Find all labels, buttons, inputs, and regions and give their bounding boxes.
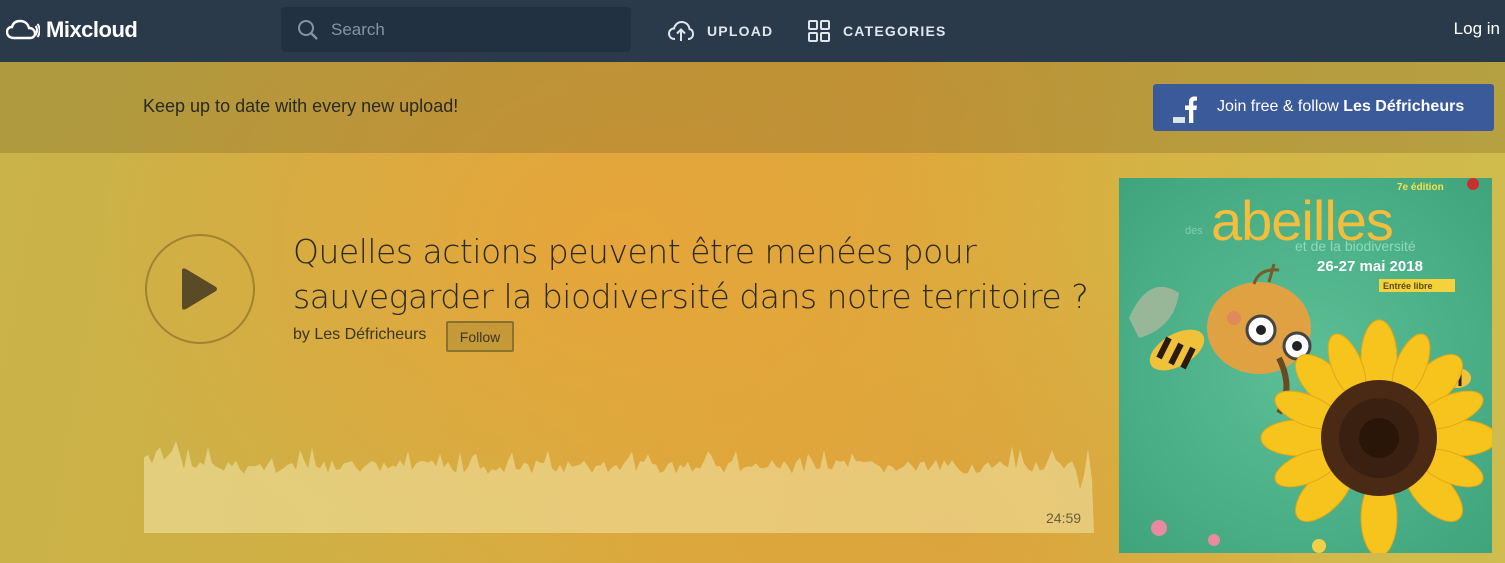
artwork-dates: 26-27 mai 2018 <box>1317 258 1423 275</box>
show-title: Quelles actions peuvent être menées pour… <box>293 229 1093 319</box>
categories-link[interactable]: CATEGORIES <box>808 18 947 44</box>
artwork-edition: 7e édition <box>1397 182 1444 193</box>
waveform[interactable] <box>144 432 1094 533</box>
grid-icon <box>808 20 830 42</box>
banner-text: Keep up to date with every new upload! <box>143 96 459 116</box>
login-link[interactable]: Log in <box>1454 19 1500 39</box>
show-title-line-1: Quelles actions peuvent être menées pour <box>293 232 977 271</box>
show-hero: Keep up to date with every new upload! J… <box>0 62 1505 563</box>
follow-button[interactable]: Follow <box>446 321 514 352</box>
logo-text: Mixcloud <box>46 17 138 42</box>
categories-label: CATEGORIES <box>843 23 947 39</box>
top-nav: Mixcloud UPLOAD CATEGORIES Log in <box>0 0 1505 62</box>
cloud-logo-icon <box>6 19 40 40</box>
search-input[interactable] <box>331 19 611 40</box>
facebook-join-name: Les Défricheurs <box>1343 98 1465 115</box>
search-icon <box>297 19 319 41</box>
mixcloud-logo[interactable]: Mixcloud <box>6 14 138 46</box>
follow-banner: Keep up to date with every new upload! J… <box>0 62 1505 153</box>
play-button[interactable] <box>145 234 255 344</box>
upload-link[interactable]: UPLOAD <box>668 18 773 44</box>
facebook-icon <box>1173 92 1203 123</box>
play-icon <box>182 268 217 310</box>
artwork-small-des: des <box>1185 225 1203 237</box>
artwork-subtitle: et de la biodiversité <box>1295 238 1416 254</box>
show-byline[interactable]: by Les Défricheurs <box>293 326 426 344</box>
facebook-join-button[interactable]: Join free & follow Les Défricheurs <box>1153 84 1494 131</box>
artwork-place: Entrée libre <box>1383 281 1433 291</box>
show-title-line-2: sauvegarder la biodiversité dans notre t… <box>293 277 1089 316</box>
search-bar[interactable] <box>281 7 631 52</box>
facebook-join-prefix: Join free & follow <box>1217 98 1344 115</box>
upload-cloud-icon <box>668 20 694 41</box>
artwork-illustration: 7e édition des abeilles et de la biodive… <box>1119 178 1492 553</box>
facebook-join-label: Join free & follow Les Défricheurs <box>1217 98 1464 116</box>
upload-label: UPLOAD <box>707 23 774 39</box>
duration-label: 24:59 <box>1046 510 1082 526</box>
show-artwork: 7e édition des abeilles et de la biodive… <box>1119 178 1492 553</box>
waveform-shape <box>144 440 1094 533</box>
